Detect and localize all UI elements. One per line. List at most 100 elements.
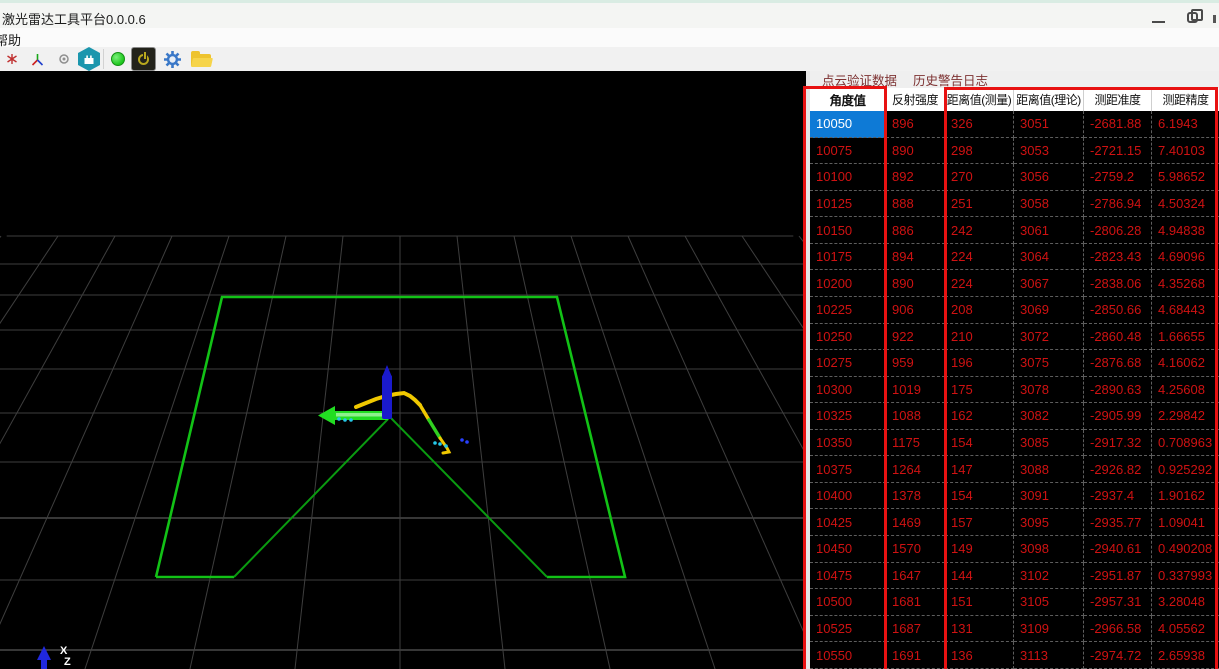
cell[interactable]: 10400 (810, 483, 886, 510)
cell[interactable]: -2966.58 (1084, 616, 1152, 643)
cell[interactable]: 4.50324 (1152, 191, 1219, 218)
cell[interactable]: 888 (886, 191, 945, 218)
cell[interactable]: -2890.63 (1084, 377, 1152, 404)
cell[interactable]: -2721.15 (1084, 138, 1152, 165)
cell[interactable]: 0.925292 (1152, 456, 1219, 483)
cell[interactable]: 7.40103 (1152, 138, 1219, 165)
cell[interactable]: 10100 (810, 164, 886, 191)
cell[interactable]: 4.69096 (1152, 244, 1219, 271)
cell[interactable]: 208 (945, 297, 1014, 324)
cell[interactable]: 0.490208 (1152, 536, 1219, 563)
cell[interactable]: 3105 (1014, 589, 1084, 616)
cell[interactable]: 10175 (810, 244, 886, 271)
cell[interactable]: 896 (886, 111, 945, 138)
minimize-button[interactable] (1143, 3, 1177, 31)
cell[interactable]: -2917.32 (1084, 430, 1152, 457)
cell[interactable]: 4.68443 (1152, 297, 1219, 324)
cell[interactable]: 3085 (1014, 430, 1084, 457)
target-icon[interactable] (50, 47, 78, 71)
cell[interactable]: 10125 (810, 191, 886, 218)
cell[interactable]: 1.90162 (1152, 483, 1219, 510)
cell[interactable]: 10150 (810, 217, 886, 244)
cell[interactable]: 298 (945, 138, 1014, 165)
cell[interactable]: 3069 (1014, 297, 1084, 324)
cell[interactable]: 242 (945, 217, 1014, 244)
cell[interactable]: 4.25608 (1152, 377, 1219, 404)
cell[interactable]: 10500 (810, 589, 886, 616)
cell[interactable]: 1.09041 (1152, 509, 1219, 536)
cell[interactable]: 10325 (810, 403, 886, 430)
cell[interactable]: 3109 (1014, 616, 1084, 643)
cell[interactable]: 144 (945, 563, 1014, 590)
cell[interactable]: -2806.28 (1084, 217, 1152, 244)
cell[interactable]: 3072 (1014, 324, 1084, 351)
cell[interactable]: 154 (945, 483, 1014, 510)
cell[interactable]: 894 (886, 244, 945, 271)
header-dist-measured[interactable]: 距离值(测量) (945, 88, 1014, 111)
cell[interactable]: 890 (886, 270, 945, 297)
cell[interactable]: 175 (945, 377, 1014, 404)
cell[interactable]: -2957.31 (1084, 589, 1152, 616)
pointcloud-viewport[interactable]: X Z (0, 71, 806, 669)
cell[interactable]: 131 (945, 616, 1014, 643)
cell[interactable]: 154 (945, 430, 1014, 457)
cell[interactable]: 3061 (1014, 217, 1084, 244)
cell[interactable]: 1681 (886, 589, 945, 616)
cell[interactable]: 1687 (886, 616, 945, 643)
cell[interactable]: -2850.66 (1084, 297, 1152, 324)
cell[interactable]: 10550 (810, 642, 886, 669)
cell[interactable]: -2940.61 (1084, 536, 1152, 563)
cell[interactable]: 10300 (810, 377, 886, 404)
cell[interactable]: 890 (886, 138, 945, 165)
cell[interactable]: 6.1943 (1152, 111, 1219, 138)
cell[interactable]: 210 (945, 324, 1014, 351)
cell[interactable]: 3064 (1014, 244, 1084, 271)
cell[interactable]: 1.66655 (1152, 324, 1219, 351)
cell[interactable]: 0.708963 (1152, 430, 1219, 457)
cell[interactable]: 0.337993 (1152, 563, 1219, 590)
cell[interactable]: 10350 (810, 430, 886, 457)
cell[interactable]: -2860.48 (1084, 324, 1152, 351)
cell[interactable]: -2905.99 (1084, 403, 1152, 430)
cell[interactable]: 3058 (1014, 191, 1084, 218)
restore-button[interactable] (1177, 3, 1211, 31)
cell[interactable]: 922 (886, 324, 945, 351)
cell[interactable]: 906 (886, 297, 945, 324)
header-angle[interactable]: 角度值 (810, 88, 886, 111)
cell[interactable]: 959 (886, 350, 945, 377)
cell[interactable]: 162 (945, 403, 1014, 430)
cell[interactable]: 10075 (810, 138, 886, 165)
cell[interactable]: 10525 (810, 616, 886, 643)
cell[interactable]: 3088 (1014, 456, 1084, 483)
cell[interactable]: 4.35268 (1152, 270, 1219, 297)
cell[interactable]: -2937.4 (1084, 483, 1152, 510)
cell[interactable]: 251 (945, 191, 1014, 218)
cell[interactable]: -2759.2 (1084, 164, 1152, 191)
close-button[interactable] (1211, 3, 1219, 31)
cell[interactable]: 147 (945, 456, 1014, 483)
cell[interactable]: 4.94838 (1152, 217, 1219, 244)
header-accuracy[interactable]: 测距准度 (1084, 88, 1152, 111)
cell[interactable]: -2786.94 (1084, 191, 1152, 218)
cell[interactable]: 5.98652 (1152, 164, 1219, 191)
app-hexagon-icon[interactable] (78, 47, 100, 71)
cell[interactable]: -2935.77 (1084, 509, 1152, 536)
cell[interactable]: 1088 (886, 403, 945, 430)
cell[interactable]: 2.65938 (1152, 642, 1219, 669)
cell[interactable]: 151 (945, 589, 1014, 616)
cell[interactable]: 270 (945, 164, 1014, 191)
cell[interactable]: 3075 (1014, 350, 1084, 377)
header-dist-theory[interactable]: 距离值(理论) (1014, 88, 1084, 111)
cell[interactable]: 3082 (1014, 403, 1084, 430)
tab-pointcloud-data[interactable]: 点云验证数据 (822, 70, 897, 89)
cell[interactable]: 1570 (886, 536, 945, 563)
cell[interactable]: 3067 (1014, 270, 1084, 297)
lidar-scan-icon[interactable] (0, 47, 24, 71)
cell[interactable]: -2974.72 (1084, 642, 1152, 669)
cell[interactable]: 3098 (1014, 536, 1084, 563)
cell[interactable]: 196 (945, 350, 1014, 377)
cell[interactable]: 1378 (886, 483, 945, 510)
settings-gear-icon[interactable] (158, 47, 186, 71)
cell[interactable]: 136 (945, 642, 1014, 669)
header-precision[interactable]: 测距精度 (1152, 88, 1219, 111)
